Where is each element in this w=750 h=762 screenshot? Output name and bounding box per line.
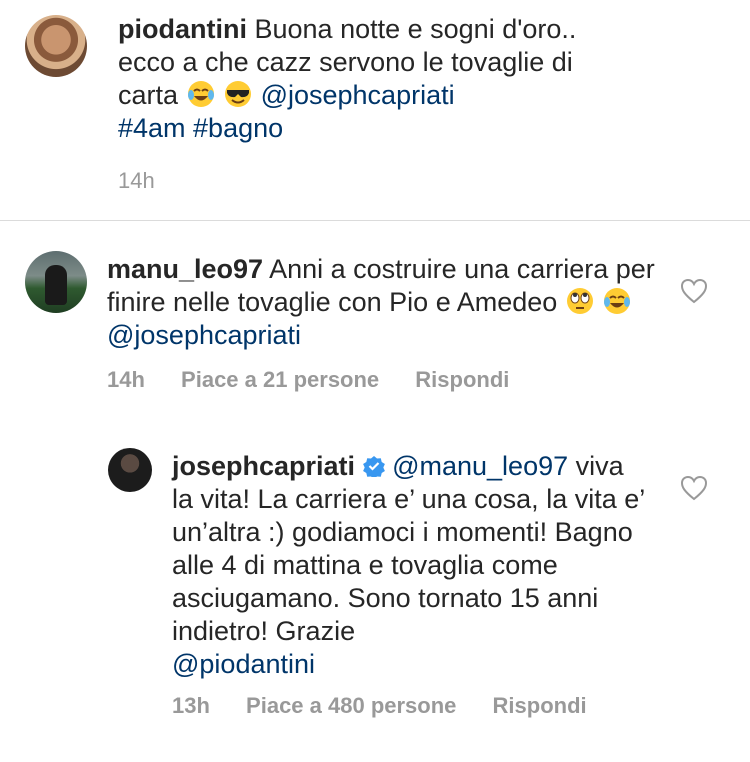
- reply-button[interactable]: Rispondi: [493, 693, 587, 718]
- caption-text: piodantini Buona notte e sogni d'oro.. e…: [118, 13, 638, 145]
- reply-meta: 13h Piace a 480 persone Rispondi: [172, 693, 617, 719]
- hashtags[interactable]: #4am #bagno: [118, 113, 283, 143]
- reply-text: josephcapriati @manu_leo97 viva la vita!…: [172, 450, 652, 681]
- smiling-face-with-sunglasses-icon: [225, 81, 252, 107]
- verified-badge-icon: [362, 456, 385, 477]
- comment-meta: 14h Piace a 21 persone Rispondi: [107, 367, 539, 393]
- caption-time: 14h: [118, 168, 155, 193]
- avatar-josephcapriati[interactable]: [108, 448, 152, 492]
- username-piodantini[interactable]: piodantini: [118, 14, 247, 44]
- face-with-tears-of-joy-icon: [187, 81, 214, 107]
- heart-icon[interactable]: [680, 475, 708, 501]
- face-with-rolling-eyes-icon: [566, 288, 593, 314]
- mention-link[interactable]: @josephcapriati: [107, 320, 301, 350]
- reply-button[interactable]: Rispondi: [415, 367, 509, 392]
- comment-text: manu_leo97 Anni a costruire una carriera…: [107, 253, 667, 352]
- avatar-manu-leo97[interactable]: [25, 251, 87, 313]
- likes-count[interactable]: Piace a 21 persone: [181, 367, 379, 392]
- reply-time: 13h: [172, 693, 210, 718]
- mention-link[interactable]: @manu_leo97: [392, 451, 568, 481]
- username-josephcapriati[interactable]: josephcapriati: [172, 451, 355, 481]
- divider: [0, 220, 750, 221]
- mention-link[interactable]: @piodantini: [172, 649, 315, 679]
- heart-icon[interactable]: [680, 278, 708, 304]
- comment-time: 14h: [107, 367, 145, 392]
- username-manu-leo97[interactable]: manu_leo97: [107, 254, 263, 284]
- caption-meta: 14h: [118, 168, 185, 194]
- likes-count[interactable]: Piace a 480 persone: [246, 693, 456, 718]
- mention-link[interactable]: @josephcapriati: [261, 80, 455, 110]
- avatar-piodantini[interactable]: [25, 15, 87, 77]
- face-with-tears-of-joy-icon: [604, 288, 631, 314]
